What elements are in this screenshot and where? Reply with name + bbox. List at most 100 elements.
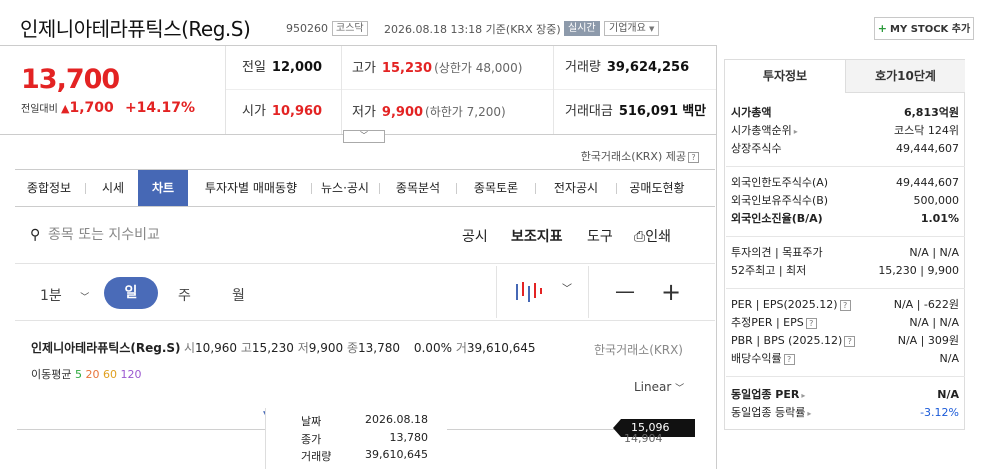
info-label: 투자의견 | 목표주가 (731, 246, 823, 259)
sector-per-row[interactable]: 동일업종 PER ▸ N/A (731, 386, 959, 404)
upper-limit: (상한가 48,000) (434, 61, 523, 75)
volume-label: 거 (455, 341, 467, 355)
foreign-exhaustion-row: 외국인소진율(B/A) 1.01% (731, 210, 959, 228)
compare-search-input[interactable]: ⚲ 종목 또는 지수비교 (30, 224, 160, 244)
ma-60[interactable]: 60 (103, 368, 117, 381)
chevron-down-icon: ﹀ (675, 384, 685, 394)
volume: 거래량 39,624,256 (565, 46, 689, 90)
ma-5[interactable]: 5 (75, 368, 82, 381)
tooltip-close-value: 13,780 (389, 431, 429, 444)
change-percent: 0.00% (413, 341, 452, 355)
info-value: 1.01% (920, 212, 959, 225)
chevron-down-icon[interactable]: ﹀ (562, 280, 572, 295)
info-value: N/A (937, 388, 959, 401)
help-icon[interactable]: ? (844, 336, 856, 347)
expand-toggle-button[interactable]: ﹀ (343, 130, 385, 143)
ma-20[interactable]: 20 (85, 368, 99, 381)
ma-120[interactable]: 120 (120, 368, 141, 381)
tab-orderbook[interactable]: 호가10단계 (845, 60, 965, 93)
candlestick-chart-icon[interactable] (514, 280, 544, 304)
tooltip-volume: 거래량 39,610,645 (301, 448, 441, 464)
volume-value: 39,610,645 (466, 341, 536, 355)
low-label: 저 (297, 341, 309, 355)
low-price: 저가 9,900 (하한가 7,200) (352, 90, 506, 134)
volume-value: 39,624,256 (606, 60, 690, 75)
est-per-eps-row: 추정PER | EPS? N/A | N/A (731, 314, 959, 332)
low-value: 9,900 (308, 341, 344, 355)
source-note-text: 한국거래소(KRX) 제공 (580, 150, 686, 163)
price-stats: 전일 12,000 고가 15,230 (상한가 48,000) 거래량 39,624,… (226, 46, 716, 134)
ma-label: 이동평균 (31, 368, 72, 381)
company-overview-dropdown[interactable]: 기업개요 ▼ (604, 21, 660, 36)
divider (535, 183, 536, 194)
high-value: 15,230 (251, 341, 294, 355)
period-day[interactable]: 일 (104, 277, 158, 309)
chart-tooltip: 날짜 2026.08.18 종가 13,780 거래량 39,610,645 (265, 408, 447, 469)
divider (588, 266, 589, 318)
foreign-limit-row: 외국인한도주식수(A) 49,444,607 (731, 174, 959, 192)
zoom-in-icon[interactable]: + (661, 278, 681, 306)
tab-investor-trading[interactable]: 투자자별 매매동향 (190, 170, 312, 206)
info-value: N/A | N/A (909, 246, 959, 259)
chevron-down-icon: ﹀ (360, 131, 368, 140)
divider (496, 266, 497, 318)
realtime-badge[interactable]: 실시간 (564, 21, 600, 36)
tab-investment-info[interactable]: 투자정보 (725, 60, 845, 93)
help-icon[interactable]: ? (805, 318, 817, 329)
period-week[interactable]: 주 (178, 285, 191, 305)
zoom-out-icon[interactable]: — (615, 279, 635, 303)
info-label: PBR | BPS (2025.12) (731, 334, 843, 347)
tab-discussion[interactable]: 종목토론 (458, 170, 534, 206)
info-label: 52주최고 | 최저 (731, 264, 807, 277)
open-value: 10,960 (271, 104, 323, 119)
period-minute[interactable]: 1분 ﹀ (40, 285, 89, 305)
info-value: N/A | 309원 (897, 334, 959, 347)
open-label: 시가 (242, 104, 266, 119)
market-cap-rank-row[interactable]: 시가총액순위 ▸ 코스닥 124위 (731, 122, 959, 140)
chart-stock-name: 인제니아테라퓨틱스(Reg.S) (31, 341, 181, 355)
tooltip-close-label: 종가 (301, 433, 322, 446)
open-price: 시가 10,960 (242, 90, 322, 134)
company-overview-label: 기업개요 (609, 23, 646, 34)
low-value: 9,900 (381, 105, 424, 120)
print-button[interactable]: ⎙인쇄 (634, 226, 671, 246)
period-month[interactable]: 월 (232, 285, 245, 305)
scale-dropdown[interactable]: Linear ﹀ (634, 380, 684, 394)
stock-code: 950260 (286, 22, 328, 35)
disclosure-button[interactable]: 공시 (462, 226, 488, 246)
high-price: 고가 15,230 (상한가 48,000) (352, 46, 522, 90)
divider (726, 288, 965, 289)
info-value: 49,444,607 (896, 176, 959, 189)
open-label: 시 (184, 341, 196, 355)
divider (15, 320, 715, 321)
change-label: 전일대비 (21, 104, 58, 115)
tab-overview[interactable]: 종합정보 (17, 170, 81, 206)
help-icon[interactable]: ? (839, 300, 851, 311)
info-label: 외국인한도주식수(A) (731, 176, 829, 189)
chart-source: 한국거래소(KRX) (594, 343, 683, 357)
help-icon[interactable]: ? (688, 152, 699, 163)
divider (311, 183, 312, 194)
tab-news[interactable]: 뉴스·공시 (313, 170, 377, 206)
tab-chart[interactable]: 차트 (138, 170, 188, 206)
tab-short-selling[interactable]: 공매도현황 (618, 170, 696, 206)
tab-disclosure[interactable]: 전자공시 (537, 170, 615, 206)
pbr-bps-row: PBR | BPS (2025.12)? N/A | 309원 (731, 332, 959, 350)
axis-value: 14,904 (624, 432, 663, 445)
tab-analysis[interactable]: 종목분석 (381, 170, 455, 206)
chevron-down-icon: ﹀ (80, 293, 90, 303)
print-label: 인쇄 (645, 229, 671, 245)
help-icon[interactable]: ? (783, 354, 795, 365)
tooltip-date-value: 2026.08.18 (365, 413, 428, 426)
info-value: N/A | -622원 (893, 298, 959, 311)
high-label: 고가 (352, 61, 376, 76)
divider (726, 236, 965, 237)
info-value: N/A | N/A (909, 316, 959, 329)
candlestick-icon-bars (516, 282, 542, 302)
tab-quotes[interactable]: 시세 (89, 170, 137, 206)
add-my-stock-button[interactable]: + MY STOCK 추가 (874, 17, 974, 40)
sector-change-row[interactable]: 동일업종 등락률 ▸ -3.12% (731, 404, 959, 422)
info-label: 배당수익률 (731, 352, 782, 365)
tools-button[interactable]: 도구 (587, 226, 613, 246)
indicator-button[interactable]: 보조지표 (511, 226, 563, 246)
